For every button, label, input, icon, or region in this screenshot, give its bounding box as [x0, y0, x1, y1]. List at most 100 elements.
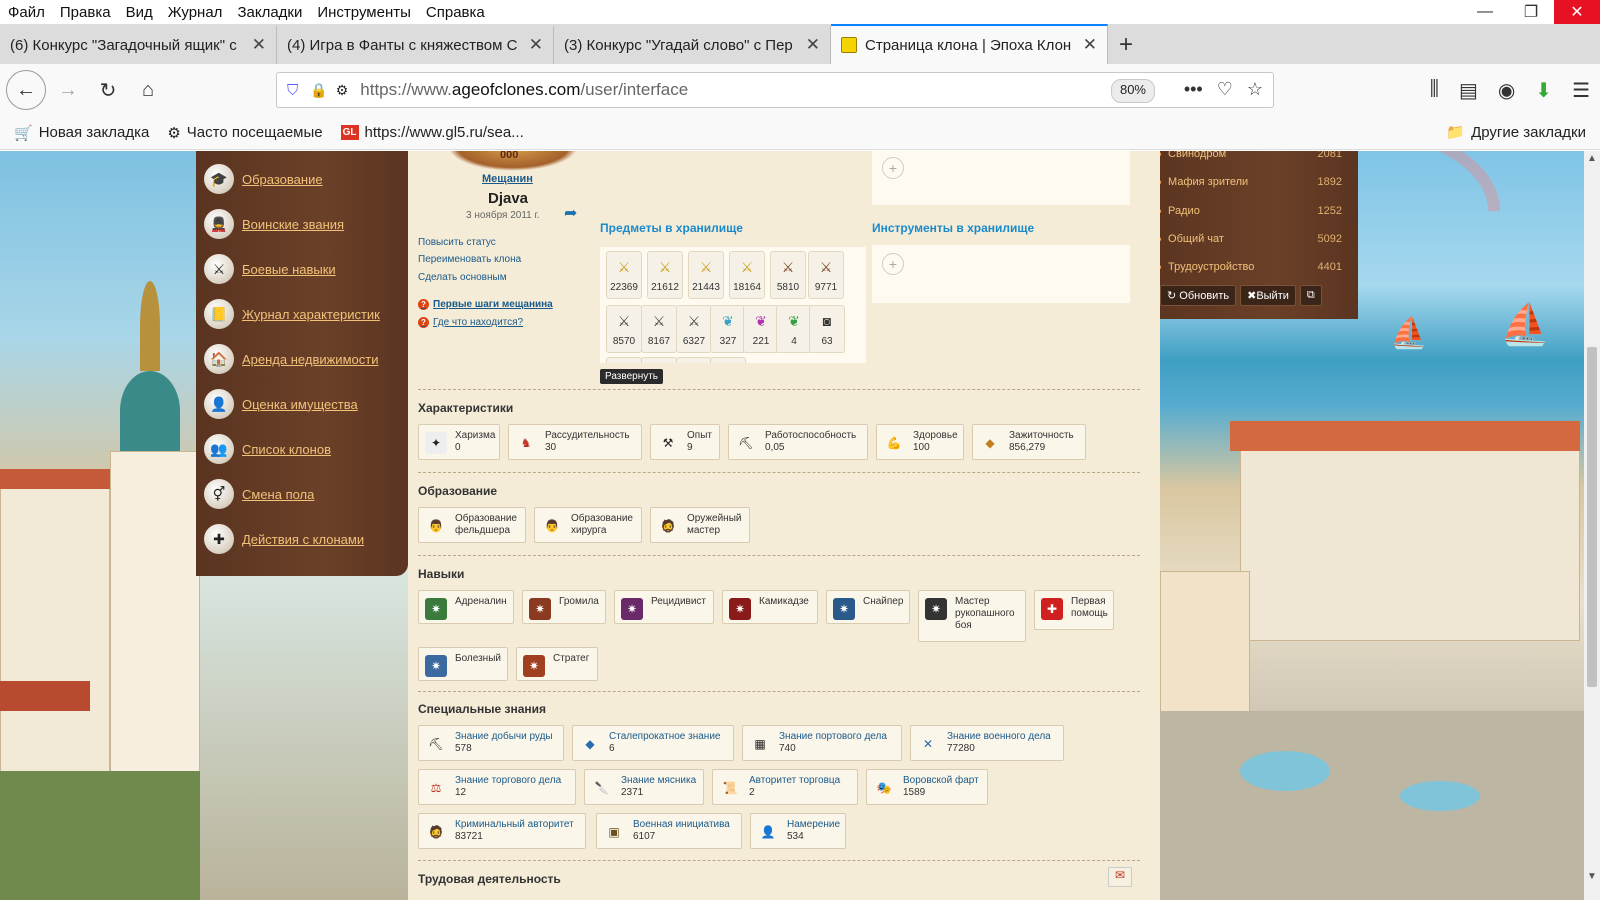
bookmark-frequent[interactable]: ⚙ Часто посещаемые: [167, 124, 322, 142]
page-scrollbar[interactable]: ▲ ▼: [1584, 151, 1600, 900]
star-icon[interactable]: ☆: [1247, 79, 1263, 100]
storage-item[interactable]: ❦ 221: [743, 305, 779, 353]
tab-close-icon[interactable]: ✕: [252, 35, 266, 55]
make-main-link[interactable]: Сделать основным: [418, 272, 507, 283]
download-icon[interactable]: ⬇: [1535, 78, 1552, 103]
chat-room-item[interactable]: ●Мафия зрители1892: [1156, 172, 1342, 192]
storage-item[interactable]: ⚔ 21612: [647, 251, 683, 299]
home-icon[interactable]: ⌂: [130, 72, 166, 108]
add-icon[interactable]: +: [882, 157, 904, 179]
tab-close-icon[interactable]: ✕: [1083, 35, 1097, 55]
storage-item[interactable]: ⚔ 9771: [808, 251, 844, 299]
menu-file[interactable]: Файл: [8, 4, 45, 21]
rename-clone-link[interactable]: Переименовать клона: [418, 254, 521, 265]
menu-help[interactable]: Справка: [426, 4, 485, 21]
education-card[interactable]: 🧔 Оружейный мастер: [650, 507, 750, 543]
stat-card[interactable]: ⛏ Работоспособность 0,05: [728, 424, 868, 460]
knowledge-card[interactable]: ▣ Военная инициатива 6107: [596, 813, 742, 849]
menu-item-clone-actions[interactable]: ✚ Действия с клонами: [204, 520, 400, 558]
chat-refresh-button[interactable]: ↻ Обновить: [1160, 285, 1237, 306]
skill-card[interactable]: ✷ Мастер рукопашного боя: [918, 590, 1026, 642]
skill-card[interactable]: ✷ Громила: [522, 590, 606, 624]
storage-item[interactable]: ⚔ 22369: [606, 251, 642, 299]
knowledge-card[interactable]: 👤 Намерение 534: [750, 813, 846, 849]
close-icon[interactable]: ✕: [1554, 0, 1600, 24]
tab-close-icon[interactable]: ✕: [529, 35, 543, 55]
skill-card[interactable]: ✷ Болезный: [418, 647, 508, 681]
where-is-what-link[interactable]: ? Где что находится?: [418, 317, 523, 328]
menu-history[interactable]: Журнал: [168, 4, 223, 21]
share-icon[interactable]: ➦: [564, 203, 577, 223]
storage-item[interactable]: ⚔ 8167: [641, 305, 677, 353]
sidebar-icon[interactable]: ▤: [1459, 78, 1478, 103]
chat-room-item[interactable]: ●Общий чат5092: [1156, 229, 1342, 249]
stat-card[interactable]: ⚒ Опыт 9: [650, 424, 720, 460]
scroll-down-icon[interactable]: ▼: [1587, 871, 1597, 882]
clone-rank-link[interactable]: Мещанин: [482, 173, 533, 185]
menu-edit[interactable]: Правка: [60, 4, 111, 21]
menu-item-education[interactable]: 🎓 Образование: [204, 160, 400, 198]
tab-3[interactable]: (3) Конкурс "Угадай слово" с Пер ✕: [554, 26, 831, 64]
tab-close-icon[interactable]: ✕: [806, 35, 820, 55]
knowledge-card[interactable]: ▦ Знание портового дела 740: [742, 725, 902, 761]
skill-card[interactable]: ✷ Снайпер: [826, 590, 910, 624]
restore-icon[interactable]: ❐: [1508, 0, 1554, 24]
knowledge-card[interactable]: 🔪 Знание мясника 2371: [584, 769, 704, 805]
add-icon[interactable]: +: [882, 253, 904, 275]
tab-1[interactable]: (6) Конкурс "Загадочный ящик" с ✕: [0, 26, 277, 64]
menu-item-combat-skills[interactable]: ⚔ Боевые навыки: [204, 250, 400, 288]
menu-item-ranks[interactable]: 💂 Воинские звания: [204, 205, 400, 243]
zoom-level[interactable]: 80%: [1110, 79, 1155, 103]
back-icon[interactable]: ←: [6, 70, 46, 110]
menu-item-clone-list[interactable]: 👥 Список клонов: [204, 430, 400, 468]
bookmark-other[interactable]: 📁 Другие закладки: [1446, 123, 1586, 142]
education-card[interactable]: 👨 Образование хирурга: [534, 507, 642, 543]
envelope-icon[interactable]: ✉: [1108, 867, 1132, 887]
chat-room-item[interactable]: ●Свинодром2081: [1156, 151, 1342, 164]
forward-icon[interactable]: →: [50, 72, 86, 108]
stat-card[interactable]: ♞ Рассудительность 30: [508, 424, 642, 460]
hamburger-menu-icon[interactable]: ☰: [1572, 78, 1590, 103]
menu-bookmarks[interactable]: Закладки: [237, 4, 302, 21]
chat-room-item[interactable]: ●Радио1252: [1156, 201, 1342, 221]
page-actions-icon[interactable]: •••: [1184, 79, 1203, 100]
storage-item[interactable]: [641, 357, 677, 363]
bookmark-gl[interactable]: GL https://www.gl5.ru/sea...: [340, 124, 524, 141]
storage-item[interactable]: ⚔ 21443: [688, 251, 724, 299]
skill-card[interactable]: ✷ Камикадзе: [722, 590, 818, 624]
bookmark-new[interactable]: 🛒 Новая закладка: [14, 124, 149, 142]
storage-item[interactable]: ❦ 327: [710, 305, 746, 353]
skill-card[interactable]: ✷ Адреналин: [418, 590, 514, 624]
tab-2[interactable]: (4) Игра в Фанты с княжеством С ✕: [277, 26, 554, 64]
stat-card[interactable]: ✦ Харизма 0: [418, 424, 500, 460]
first-steps-link[interactable]: ? Первые шаги мещанина: [418, 299, 553, 310]
reload-icon[interactable]: ↻: [90, 72, 126, 108]
menu-item-stats-journal[interactable]: 📒 Журнал характеристик: [204, 295, 400, 333]
storage-item[interactable]: [710, 357, 746, 363]
url-bar[interactable]: ⛉ 🔒 ⚙ https://www.ageofclones.com/user/i…: [276, 72, 1274, 108]
storage-item[interactable]: ◙ 63: [809, 305, 845, 353]
knowledge-card[interactable]: 🧔 Криминальный авторитет 83721: [418, 813, 586, 849]
knowledge-card[interactable]: ✕ Знание военного дела 77280: [910, 725, 1064, 761]
shield-icon[interactable]: ⛉: [287, 82, 298, 99]
lock-icon[interactable]: 🔒: [310, 82, 327, 99]
menu-item-gender-change[interactable]: ⚥ Смена пола: [204, 475, 400, 513]
skill-card[interactable]: ✷ Стратег: [516, 647, 598, 681]
storage-item[interactable]: [606, 357, 642, 363]
education-card[interactable]: 👨 Образование фельдшера: [418, 507, 526, 543]
scroll-up-icon[interactable]: ▲: [1587, 153, 1597, 164]
stat-card[interactable]: ◆ Зажиточность 856,279: [972, 424, 1086, 460]
menu-view[interactable]: Вид: [126, 4, 153, 21]
storage-item[interactable]: [676, 357, 712, 363]
skill-card[interactable]: ✚ Первая помощь: [1034, 590, 1114, 630]
chat-exit-button[interactable]: ✖Выйти: [1240, 285, 1296, 306]
library-icon[interactable]: ⫼: [1430, 78, 1439, 103]
menu-item-appraisal[interactable]: 👤 Оценка имущества: [204, 385, 400, 423]
storage-item[interactable]: ⚔ 18164: [729, 251, 765, 299]
knowledge-card[interactable]: 🎭 Воровской фарт 1589: [866, 769, 988, 805]
menu-tools[interactable]: Инструменты: [317, 4, 411, 21]
storage-item[interactable]: ⚔ 8570: [606, 305, 642, 353]
knowledge-card[interactable]: ⛏ Знание добычи руды 578: [418, 725, 564, 761]
skill-card[interactable]: ✷ Рецидивист: [614, 590, 714, 624]
account-icon[interactable]: ◉: [1498, 78, 1515, 103]
